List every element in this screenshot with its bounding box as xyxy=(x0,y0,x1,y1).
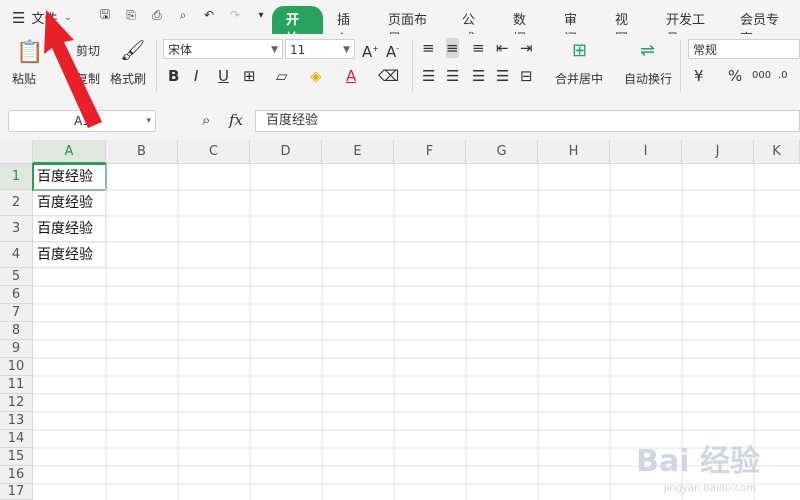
row-header[interactable]: 12 xyxy=(0,394,33,412)
number-format-select[interactable]: 常规 xyxy=(688,39,800,59)
column-header[interactable]: A xyxy=(33,140,106,164)
column-header[interactable]: J xyxy=(682,140,754,164)
annotation-arrow-icon xyxy=(44,10,102,128)
font-size-select[interactable]: 11 ▼ xyxy=(285,39,355,59)
merge-center-button[interactable]: 合并居中 xyxy=(555,70,603,87)
indent-decrease-icon[interactable]: ⇤ xyxy=(496,38,509,58)
formula-bar: A1 ▾ ⌕ fx 百度经验 xyxy=(0,98,800,140)
print-preview-icon[interactable]: ⌕ xyxy=(174,6,192,24)
column-header[interactable]: D xyxy=(250,140,322,164)
column-header[interactable]: K xyxy=(754,140,800,164)
row-header[interactable]: 5 xyxy=(0,268,33,286)
brush-icon[interactable]: 🖌 xyxy=(120,38,145,62)
column-header[interactable]: C xyxy=(178,140,250,164)
row-header[interactable]: 6 xyxy=(0,286,33,304)
merge-icon[interactable]: ⊞ xyxy=(572,40,587,61)
underline-icon[interactable]: U xyxy=(218,66,229,86)
wrap-text-button[interactable]: 自动换行 xyxy=(624,70,672,87)
column-header[interactable]: H xyxy=(538,140,610,164)
row-header[interactable]: 13 xyxy=(0,412,33,430)
eraser-icon[interactable]: ⌫ xyxy=(378,66,399,86)
print-icon[interactable]: ⎙ xyxy=(148,6,166,24)
column-header[interactable]: E xyxy=(322,140,394,164)
column-header[interactable]: I xyxy=(610,140,682,164)
watermark-url: jingyan.baidu.com xyxy=(663,483,756,494)
cell-a4[interactable]: 百度经验 xyxy=(33,242,106,268)
cell-a3[interactable]: 百度经验 xyxy=(33,216,106,242)
border-icon[interactable]: ⊞ xyxy=(243,66,256,86)
chevron-down-icon[interactable]: ▾ xyxy=(146,111,151,131)
export-icon[interactable]: ⎘ xyxy=(122,6,140,24)
font-name-select[interactable]: 宋体 ▼ xyxy=(163,39,283,59)
align-bottom-icon[interactable]: ≡ xyxy=(472,38,485,58)
fx-label[interactable]: fx xyxy=(229,111,243,129)
column-header[interactable]: B xyxy=(106,140,178,164)
baidu-watermark: Bai 经验 xyxy=(636,444,760,479)
divider xyxy=(156,40,157,92)
select-all-corner[interactable] xyxy=(0,140,33,164)
align-top-icon[interactable]: ≡ xyxy=(422,38,435,58)
bold-icon[interactable]: B xyxy=(168,66,179,86)
row-header[interactable]: 7 xyxy=(0,304,33,322)
redo-icon[interactable]: ↷ xyxy=(226,6,244,24)
wrap-icon[interactable]: ⇌ xyxy=(640,40,655,61)
undo-icon[interactable]: ↶ xyxy=(200,6,218,24)
menu-bar: ☰ 文件 ⌄ 🖫 ⎘ ⎙ ⌕ ↶ ↷ ▾ 开始 插入 页面布局 公式 数据 审阅… xyxy=(0,0,800,50)
italic-icon[interactable]: I xyxy=(194,66,198,86)
row-header[interactable]: 14 xyxy=(0,430,33,448)
row-header[interactable]: 10 xyxy=(0,358,33,376)
zoom-icon[interactable]: ⌕ xyxy=(202,111,210,129)
font-name-value: 宋体 xyxy=(168,43,193,57)
column-header[interactable]: F xyxy=(394,140,466,164)
divider xyxy=(412,40,413,92)
align-right-icon[interactable]: ☰ xyxy=(472,66,485,86)
customize-icon[interactable]: ▾ xyxy=(252,6,270,24)
hamburger-icon[interactable]: ☰ xyxy=(12,9,25,27)
chevron-down-icon: ▼ xyxy=(343,45,350,55)
decimal-icon[interactable]: .0 xyxy=(778,66,788,86)
fill-color-icon[interactable]: ▱ xyxy=(276,66,288,86)
row-header[interactable]: 17 xyxy=(0,484,33,500)
formula-value: 百度经验 xyxy=(266,113,319,128)
row-header[interactable]: 9 xyxy=(0,340,33,358)
number-format-value: 常规 xyxy=(693,43,718,57)
indent-increase-icon[interactable]: ⇥ xyxy=(520,38,533,58)
cell-a2[interactable]: 百度经验 xyxy=(33,190,106,216)
align-center-icon[interactable]: ☰ xyxy=(446,66,459,86)
row-header[interactable]: 16 xyxy=(0,466,33,484)
quick-access-toolbar: 🖫 ⎘ ⎙ ⌕ ↶ ↷ ▾ xyxy=(96,6,270,24)
distribute-icon[interactable]: ⊟ xyxy=(520,66,533,86)
currency-icon[interactable]: ¥ xyxy=(694,66,704,86)
row-header[interactable]: 15 xyxy=(0,448,33,466)
font-color-icon[interactable]: A xyxy=(346,66,356,86)
justify-icon[interactable]: ☰ xyxy=(496,66,509,86)
row-header[interactable]: 8 xyxy=(0,322,33,340)
font-shrink-icon[interactable]: A- xyxy=(386,39,399,62)
highlight-icon[interactable]: ◈ xyxy=(310,66,322,86)
cell-a1[interactable]: 百度经验 xyxy=(32,163,107,191)
column-header[interactable]: G xyxy=(466,140,538,164)
row-header[interactable]: 4 xyxy=(0,242,33,268)
row-header[interactable]: 2 xyxy=(0,190,33,216)
row-header[interactable]: 11 xyxy=(0,376,33,394)
chevron-down-icon: ▼ xyxy=(271,45,278,55)
row-header[interactable]: 3 xyxy=(0,216,33,242)
font-size-value: 11 xyxy=(290,43,306,57)
align-middle-icon[interactable]: ≡ xyxy=(446,38,459,58)
row-header[interactable]: 1 xyxy=(0,164,33,190)
align-left-icon[interactable]: ☰ xyxy=(422,66,435,86)
formula-input[interactable]: 百度经验 xyxy=(255,110,800,132)
divider xyxy=(680,40,681,92)
format-painter-button[interactable]: 格式刷 xyxy=(110,70,146,87)
paste-button[interactable]: 粘贴 xyxy=(12,70,36,87)
percent-icon[interactable]: % xyxy=(728,66,742,86)
ribbon: 📋 粘贴 剪切 复制 🖌 格式刷 宋体 ▼ 11 ▼ A+ A- B I U ⊞… xyxy=(0,34,800,99)
font-grow-icon[interactable]: A+ xyxy=(362,39,379,62)
thousands-icon[interactable]: 000 xyxy=(752,66,771,86)
